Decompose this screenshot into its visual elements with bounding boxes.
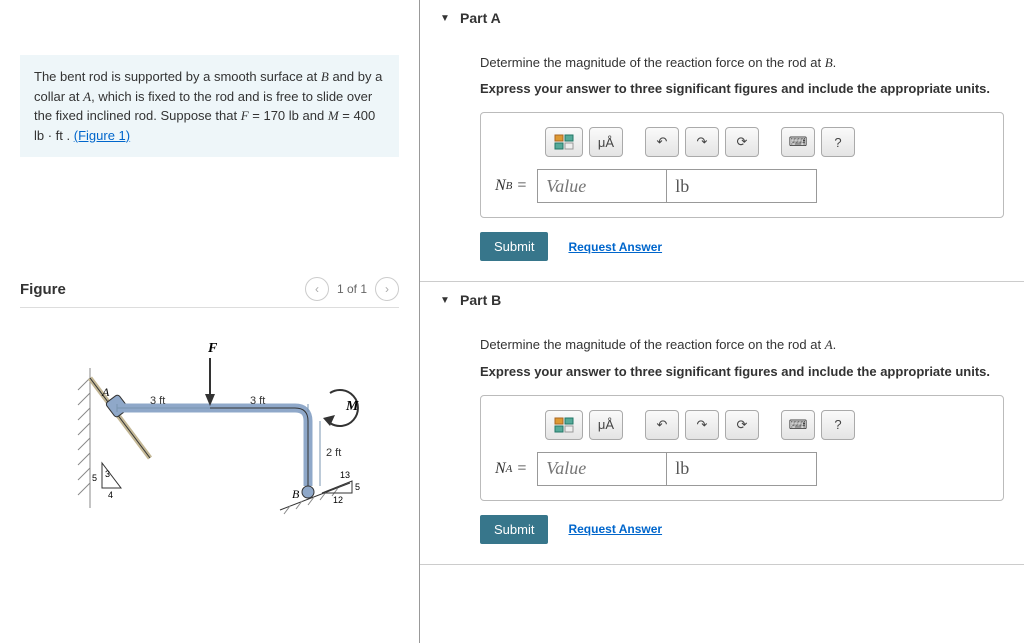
next-figure-button[interactable]: › bbox=[375, 277, 399, 301]
units-button[interactable]: μÅ bbox=[589, 127, 623, 157]
part-b-submit-row: Submit Request Answer bbox=[480, 515, 1004, 544]
tri-3: 3 bbox=[105, 469, 110, 479]
var-B: B bbox=[321, 69, 329, 84]
part-a-body: Determine the magnitude of the reaction … bbox=[420, 36, 1024, 281]
tri-13: 13 bbox=[340, 470, 350, 480]
tri-5b: 5 bbox=[355, 482, 360, 492]
reset-button[interactable]: ⟳ bbox=[725, 127, 759, 157]
part-b-instruction: Determine the magnitude of the reaction … bbox=[480, 336, 1004, 354]
figure-link[interactable]: (Figure 1) bbox=[74, 128, 130, 143]
dim-3ft-2: 3 ft bbox=[250, 395, 265, 407]
figure-header: Figure ‹ 1 of 1 › bbox=[20, 277, 399, 308]
text: The bent rod is supported by a smooth su… bbox=[34, 69, 321, 84]
undo-button[interactable]: ↶ bbox=[645, 127, 679, 157]
part-a-instruction-bold: Express your answer to three significant… bbox=[480, 80, 1004, 98]
part-a-title: Part A bbox=[460, 10, 501, 26]
var-A: A bbox=[83, 89, 91, 104]
tri-12: 12 bbox=[333, 495, 343, 505]
part-b-instruction-bold: Express your answer to three significant… bbox=[480, 363, 1004, 381]
label-F: F bbox=[207, 341, 218, 356]
text: and bbox=[299, 108, 328, 123]
part-b-input-row: NA = bbox=[495, 452, 989, 486]
part-a-unit-input[interactable] bbox=[667, 169, 817, 203]
figure-title: Figure bbox=[20, 281, 66, 298]
part-a-header[interactable]: ▼ Part A bbox=[420, 0, 1024, 36]
part-a-answer-box: μÅ ↶ ↷ ⟳ ⌨ ? NB = bbox=[480, 112, 1004, 218]
dim-3ft-1: 3 ft bbox=[150, 395, 165, 407]
figure-section: Figure ‹ 1 of 1 › bbox=[20, 277, 399, 538]
answer-pane: ▼ Part A Determine the magnitude of the … bbox=[420, 0, 1024, 643]
tri-4: 4 bbox=[108, 490, 113, 500]
var-M: M bbox=[328, 108, 339, 123]
part-b-header[interactable]: ▼ Part B bbox=[420, 282, 1024, 318]
units-button[interactable]: μÅ bbox=[589, 410, 623, 440]
redo-button[interactable]: ↷ bbox=[685, 127, 719, 157]
templates-button[interactable] bbox=[545, 127, 583, 157]
part-a-submit-button[interactable]: Submit bbox=[480, 232, 548, 261]
part-b-value-input[interactable] bbox=[537, 452, 667, 486]
part-b-section: ▼ Part B Determine the magnitude of the … bbox=[420, 282, 1024, 564]
part-a-value-input[interactable] bbox=[537, 169, 667, 203]
part-a-request-answer[interactable]: Request Answer bbox=[568, 240, 662, 254]
help-button[interactable]: ? bbox=[821, 410, 855, 440]
templates-button[interactable] bbox=[545, 410, 583, 440]
part-b-unit-input[interactable] bbox=[667, 452, 817, 486]
problem-statement: The bent rod is supported by a smooth su… bbox=[20, 55, 399, 157]
part-a-input-row: NB = bbox=[495, 169, 989, 203]
label-B: B bbox=[292, 487, 300, 501]
tri-5: 5 bbox=[92, 473, 97, 483]
figure-diagram: F M 3 ft 3 ft 2 ft 3 4 5 bbox=[20, 338, 399, 538]
text: . bbox=[63, 128, 74, 143]
part-b-toolbar: μÅ ↶ ↷ ⟳ ⌨ ? bbox=[495, 410, 989, 440]
part-b-body: Determine the magnitude of the reaction … bbox=[420, 318, 1024, 563]
var-label-NB: NB = bbox=[495, 177, 531, 195]
var-F: F bbox=[241, 108, 249, 123]
undo-button[interactable]: ↶ bbox=[645, 410, 679, 440]
label-M: M bbox=[345, 399, 359, 414]
text: = 170 lb bbox=[249, 108, 299, 123]
prev-figure-button[interactable]: ‹ bbox=[305, 277, 329, 301]
dim-2ft: 2 ft bbox=[326, 447, 341, 459]
label-A: A bbox=[101, 385, 110, 399]
part-b-title: Part B bbox=[460, 292, 501, 308]
part-a-submit-row: Submit Request Answer bbox=[480, 232, 1004, 261]
var-label-NA: NA = bbox=[495, 460, 531, 478]
collapse-icon: ▼ bbox=[440, 295, 450, 306]
help-button[interactable]: ? bbox=[821, 127, 855, 157]
part-a-toolbar: μÅ ↶ ↷ ⟳ ⌨ ? bbox=[495, 127, 989, 157]
part-a-instruction: Determine the magnitude of the reaction … bbox=[480, 54, 1004, 72]
reset-button[interactable]: ⟳ bbox=[725, 410, 759, 440]
collapse-icon: ▼ bbox=[440, 13, 450, 24]
keyboard-button[interactable]: ⌨ bbox=[781, 410, 815, 440]
part-b-submit-button[interactable]: Submit bbox=[480, 515, 548, 544]
figure-nav-text: 1 of 1 bbox=[337, 282, 367, 296]
figure-nav: ‹ 1 of 1 › bbox=[305, 277, 399, 301]
redo-button[interactable]: ↷ bbox=[685, 410, 719, 440]
problem-pane: The bent rod is supported by a smooth su… bbox=[0, 0, 420, 643]
part-b-request-answer[interactable]: Request Answer bbox=[568, 522, 662, 536]
part-b-answer-box: μÅ ↶ ↷ ⟳ ⌨ ? NA = bbox=[480, 395, 1004, 501]
part-a-section: ▼ Part A Determine the magnitude of the … bbox=[420, 0, 1024, 282]
keyboard-button[interactable]: ⌨ bbox=[781, 127, 815, 157]
